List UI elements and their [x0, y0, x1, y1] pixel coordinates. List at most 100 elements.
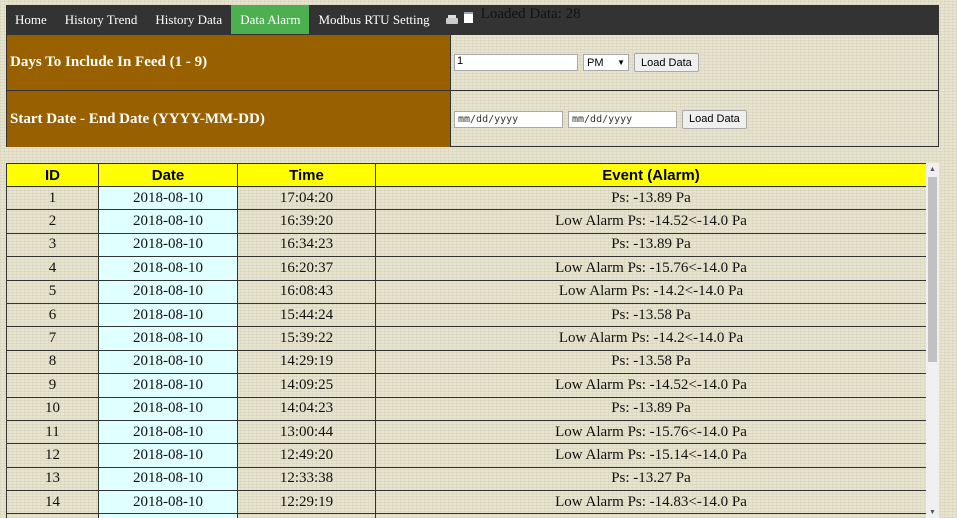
ampm-value: PM	[587, 56, 604, 69]
range-load-data-button[interactable]: Load Data	[682, 109, 747, 129]
cell-id: 8	[6, 349, 99, 375]
cell-date: 2018-08-10	[98, 209, 238, 234]
cell-date: 2018-08-10	[98, 490, 238, 515]
nav-home[interactable]: Home	[6, 5, 56, 34]
ampm-select[interactable]: PM ▼	[583, 54, 629, 71]
cell-event: Low Alarm Ps: -14.83<-14.0 Pa	[375, 490, 926, 515]
filter-form: Days To Include In Feed (1 - 9) 1 PM ▼ L…	[6, 34, 939, 147]
alarm-table-container: ID Date Time Event (Alarm) 1 2018-08-10 17…	[6, 163, 926, 518]
export-icon[interactable]	[463, 12, 473, 23]
cell-event: Low Alarm Ps: -14.52<-14.0 Pa	[375, 373, 926, 398]
table-row: 5 2018-08-10 16:08:43 Low Alarm Ps: -14.2<-…	[6, 279, 926, 304]
cell-time: 14:04:23	[237, 396, 376, 421]
cell-id: 5	[6, 279, 99, 304]
cell-id: 7	[6, 326, 99, 351]
cell-id: 13	[6, 466, 99, 492]
header-event[interactable]: Event (Alarm)	[375, 163, 926, 187]
cell-id: 4	[6, 256, 99, 281]
cell-date: 2018-08-10	[98, 396, 238, 421]
nav-history-trend[interactable]: History Trend	[56, 5, 147, 34]
table-row: 4 2018-08-10 16:20:37 Low Alarm Ps: -15.76<…	[6, 256, 926, 281]
scroll-up-icon[interactable]: ▲	[926, 163, 939, 175]
alarm-table: ID Date Time Event (Alarm) 1 2018-08-10 17…	[6, 163, 926, 518]
chevron-down-icon: ▼	[617, 58, 625, 67]
nav-data-alarm[interactable]: Data Alarm	[231, 5, 310, 34]
cell-time: 17:04:20	[237, 185, 376, 211]
cell-time: 12:49:20	[237, 443, 376, 468]
range-controls: mm/dd/yyyy mm/dd/yyyy Load Data	[451, 91, 938, 147]
cell-date: 2018-08-10	[98, 349, 238, 375]
cell-date: 2018-08-10	[98, 466, 238, 492]
cell-id: 9	[6, 373, 99, 398]
header-id[interactable]: ID	[6, 163, 99, 187]
cell-id: 10	[6, 396, 99, 421]
cell-id: 1	[6, 185, 99, 211]
load-data-button[interactable]: Load Data	[634, 53, 699, 72]
end-date-input[interactable]: mm/dd/yyyy	[568, 110, 677, 128]
loaded-data-count: Loaded Data: 28	[480, 5, 581, 22]
table-scrollbar[interactable]: ▲ ▼	[926, 163, 939, 518]
table-row: 12 2018-08-10 12:49:20 Low Alarm Ps: -15.14…	[6, 443, 926, 468]
cell-event	[375, 513, 926, 518]
cell-time: 13:00:44	[237, 419, 376, 445]
cell-date: 2018-08-10	[98, 256, 238, 281]
cell-event: Low Alarm Ps: -14.52<-14.0 Pa	[375, 209, 926, 234]
printer-icon[interactable]	[445, 14, 458, 25]
header-time[interactable]: Time	[237, 163, 376, 187]
scroll-down-icon[interactable]: ▼	[926, 506, 939, 518]
nav-history-data[interactable]: History Data	[146, 5, 231, 34]
cell-time: 14:29:19	[237, 349, 376, 375]
nav-icon-group: Loaded Data: 28	[439, 5, 581, 34]
cell-time: 15:39:22	[237, 326, 376, 351]
cell-event: Ps: -13.58 Pa	[375, 302, 926, 328]
days-controls: 1 PM ▼ Load Data	[451, 35, 938, 91]
cell-id: 6	[6, 302, 99, 328]
cell-id: 14	[6, 490, 99, 515]
cell-time: 14:09:25	[237, 373, 376, 398]
cell-time: 16:08:43	[237, 279, 376, 304]
cell-time: 16:39:20	[237, 209, 376, 234]
table-row: 152018-08-10	[6, 513, 926, 518]
cell-event: Ps: -13.89 Pa	[375, 232, 926, 258]
table-row: 13 2018-08-10 12:33:38 Ps: -13.27 Pa	[6, 466, 926, 492]
cell-event: Ps: -13.89 Pa	[375, 396, 926, 421]
table-row: 9 2018-08-10 14:09:25 Low Alarm Ps: -14.52<…	[6, 373, 926, 398]
cell-time: 16:20:37	[237, 256, 376, 281]
cell-date: 2018-08-10	[98, 326, 238, 351]
start-date-input[interactable]: mm/dd/yyyy	[454, 110, 563, 128]
days-label: Days To Include In Feed (1 - 9)	[7, 35, 451, 91]
table-row: 14 2018-08-10 12:29:19 Low Alarm Ps: -14.83…	[6, 490, 926, 515]
cell-event: Ps: -13.89 Pa	[375, 185, 926, 211]
table-row: 2 2018-08-10 16:39:20 Low Alarm Ps: -14.52<…	[6, 209, 926, 234]
cell-event: Low Alarm Ps: -14.2<-14.0 Pa	[375, 326, 926, 351]
cell-event: Low Alarm Ps: -15.76<-14.0 Pa	[375, 256, 926, 281]
cell-time: 16:34:23	[237, 232, 376, 258]
table-row: 1 2018-08-10 17:04:20 Ps: -13.89 Pa	[6, 185, 926, 211]
table-row: 8 2018-08-10 14:29:19 Ps: -13.58 Pa	[6, 349, 926, 375]
header-date[interactable]: Date	[98, 163, 238, 187]
cell-id: 2	[6, 209, 99, 234]
range-label: Start Date - End Date (YYYY-MM-DD)	[7, 91, 451, 147]
cell-id: 3	[6, 232, 99, 258]
cell-date: 2018-08-10	[98, 185, 238, 211]
cell-date: 2018-08-10	[98, 443, 238, 468]
days-input[interactable]: 1	[454, 54, 578, 71]
cell-date: 2018-08-10	[98, 373, 238, 398]
table-row: 7 2018-08-10 15:39:22 Low Alarm Ps: -14.2<-…	[6, 326, 926, 351]
cell-date: 2018-08-10	[98, 302, 238, 328]
table-row: 11 2018-08-10 13:00:44 Low Alarm Ps: -15.76…	[6, 419, 926, 445]
cell-time: 12:29:19	[237, 490, 376, 515]
cell-event: Low Alarm Ps: -15.76<-14.0 Pa	[375, 419, 926, 445]
cell-id: 11	[6, 419, 99, 445]
cell-event: Ps: -13.58 Pa	[375, 349, 926, 375]
nav-modbus-rtu-setting[interactable]: Modbus RTU Setting	[309, 5, 438, 34]
cell-id: 15	[6, 513, 99, 518]
table-row: 10 2018-08-10 14:04:23 Ps: -13.89 Pa	[6, 396, 926, 421]
cell-date: 2018-08-10	[98, 232, 238, 258]
cell-time: 12:33:38	[237, 466, 376, 492]
cell-date: 2018-08-10	[98, 419, 238, 445]
table-row: 3 2018-08-10 16:34:23 Ps: -13.89 Pa	[6, 232, 926, 258]
scrollbar-thumb[interactable]	[928, 177, 937, 362]
top-navbar: Home History Trend History Data Data Ala…	[6, 5, 939, 34]
cell-time	[237, 513, 376, 518]
